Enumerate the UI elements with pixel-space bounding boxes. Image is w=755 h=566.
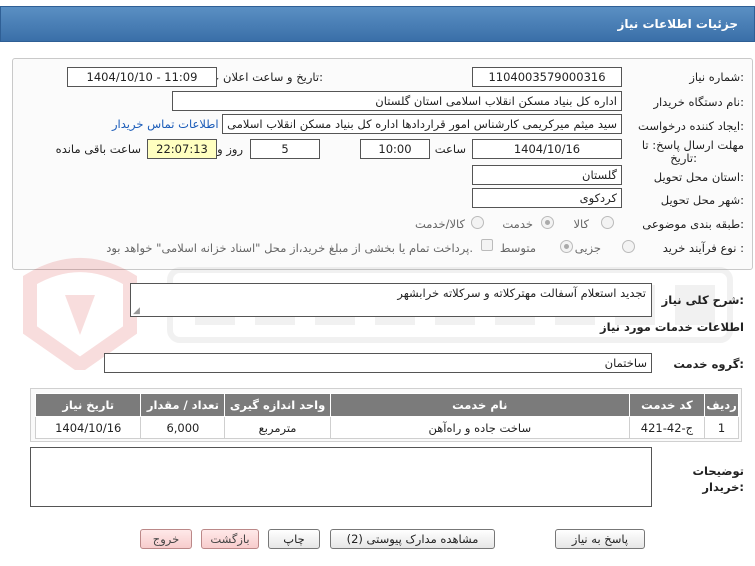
need-description-box: تجدید استعلام آسفالت مهترکلاته و سرکلاته…: [130, 283, 652, 317]
col-quantity: تعداد / مقدار: [140, 393, 226, 417]
days-remaining-field: 5: [250, 139, 320, 159]
page-header: جزئیات اطلاعات نیاز: [0, 6, 755, 42]
back-button[interactable]: بازگشت: [201, 529, 259, 549]
buyer-notes-label: توضیحات: [692, 464, 745, 478]
need-description-text: تجدید استعلام آسفالت مهترکلاته و سرکلاته…: [397, 286, 646, 300]
announce-date-field: 1404/10/10 - 11:09: [67, 67, 217, 87]
reply-button[interactable]: پاسخ به نیاز: [555, 529, 645, 549]
creator-field: سید میثم میرکریمی کارشناس امور قراردادها…: [222, 114, 622, 134]
services-header-row: ردیف کد خدمت نام خدمت واحد اندازه گیری ت…: [34, 393, 739, 417]
days-label: روز و: [217, 142, 243, 156]
service-group-label: گروه خدمت:: [673, 357, 744, 371]
col-service-name: نام خدمت: [329, 393, 630, 417]
col-service-code: کد خدمت: [628, 393, 706, 417]
cell-quantity: 6,000: [140, 416, 226, 439]
category-goods-radio[interactable]: [601, 216, 614, 229]
category-option-goods: کالا: [573, 217, 589, 231]
deadline-time-label: ساعت: [434, 142, 466, 156]
buyer-org-field: اداره کل بنیاد مسکن انقلاب اسلامی استان …: [172, 91, 622, 111]
treasury-payment-note: پرداخت تمام یا بخشی از مبلغ خرید،از محل …: [106, 241, 473, 255]
exit-button[interactable]: خروج: [140, 529, 192, 549]
remaining-time-field: 22:07:13: [147, 139, 217, 159]
city-field: کردکوی: [472, 188, 622, 208]
services-table: ردیف کد خدمت نام خدمت واحد اندازه گیری ت…: [34, 393, 739, 439]
buyer-notes-box: [30, 447, 652, 507]
province-label: استان محل تحویل:: [653, 170, 744, 184]
need-number-field: 1104003579000316: [472, 67, 622, 87]
buyer-org-label: نام دستگاه خریدار:: [653, 95, 744, 109]
col-unit: واحد اندازه گیری: [224, 393, 331, 417]
remaining-time-label: ساعت باقی مانده: [55, 142, 141, 156]
col-row-number: ردیف: [704, 393, 739, 417]
cell-unit: مترمربع: [224, 416, 331, 439]
deadline-label-date: تاریخ:: [670, 151, 697, 165]
province-field: گلستان: [472, 165, 622, 185]
view-attachments-button[interactable]: مشاهده مدارک پیوستی (2): [330, 529, 495, 549]
services-heading: اطلاعات خدمات مورد نیاز: [600, 320, 744, 334]
category-goods-service-radio[interactable]: [471, 216, 484, 229]
process-option-minor: جزیی: [574, 241, 601, 255]
cell-row-number: 1: [704, 416, 739, 439]
category-label: طبقه بندی موضوعی:: [642, 217, 744, 231]
resize-grip-icon: ◢: [133, 306, 140, 316]
process-minor-radio[interactable]: [622, 240, 635, 253]
page-title: جزئیات اطلاعات نیاز: [617, 17, 738, 31]
table-row: 1 ج-42-421 ساخت جاده و راه‌آهن مترمربع 6…: [34, 416, 739, 439]
category-service-radio[interactable]: [541, 216, 554, 229]
city-label: شهر محل تحویل:: [660, 193, 744, 207]
need-description-label: شرح کلی نیاز:: [661, 293, 744, 307]
col-need-date: تاریخ نیاز: [34, 393, 142, 417]
category-option-service: خدمت: [502, 217, 533, 231]
services-grid: ردیف کد خدمت نام خدمت واحد اندازه گیری ت…: [30, 388, 742, 442]
buyer-notes-label-2: خریدار:: [702, 480, 744, 494]
need-info-panel: [12, 58, 753, 270]
creator-label: ایجاد کننده درخواست:: [638, 119, 744, 133]
process-option-medium: متوسط: [499, 241, 536, 255]
deadline-date-field: 1404/10/16: [472, 139, 622, 159]
cell-service-name: ساخت جاده و راه‌آهن: [329, 416, 630, 439]
need-number-label: شماره نیاز:: [689, 70, 744, 84]
deadline-time-field: 10:00: [360, 139, 430, 159]
deadline-label: مهلت ارسال پاسخ: تا: [641, 138, 744, 152]
category-option-goods-service: کالا/خدمت: [414, 217, 465, 231]
service-group-field: ساختمان: [104, 353, 652, 373]
treasury-payment-checkbox[interactable]: [481, 239, 493, 251]
print-button[interactable]: چاپ: [268, 529, 320, 549]
cell-service-code: ج-42-421: [628, 416, 706, 439]
cell-need-date: 1404/10/16: [34, 416, 142, 439]
buyer-contact-link[interactable]: اطلاعات تماس خریدار: [112, 117, 219, 131]
process-type-label: نوع فرآیند خرید :: [662, 241, 744, 255]
process-medium-radio[interactable]: [560, 240, 573, 253]
